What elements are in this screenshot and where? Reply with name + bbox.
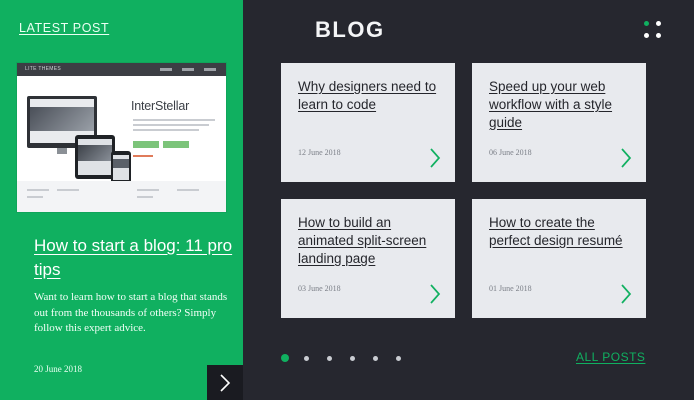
thumbnail-button [133,141,159,148]
post-card-date: 06 June 2018 [489,148,532,157]
pagination-dots [281,354,419,362]
chevron-right-icon[interactable] [620,147,632,169]
thumbnail-text-line [133,124,209,126]
post-card-title[interactable]: Why designers need to learn to code [298,78,448,114]
blog-panel: BLOG Why designers need to learn to code… [243,0,694,400]
pagination-dot-active[interactable] [281,354,289,362]
tablet-mockup [75,135,115,179]
phone-mockup [111,151,131,185]
post-card-title[interactable]: Speed up your web workflow with a style … [489,78,639,132]
blog-heading: BLOG [315,17,385,42]
pagination-dot[interactable] [304,355,309,361]
post-card-title[interactable]: How to create the perfect design resumé [489,214,639,250]
pagination-dot[interactable] [373,355,378,361]
pagination-dot[interactable] [396,355,401,361]
thumbnail-text-line [133,119,215,121]
post-thumbnail[interactable]: LITE THEMES InterStellar [17,63,226,212]
latest-post-date: 20 June 2018 [34,364,82,374]
post-card[interactable]: How to build an animated split-screen la… [281,199,455,318]
post-card-date: 01 June 2018 [489,284,532,293]
post-card-title[interactable]: How to build an animated split-screen la… [298,214,448,268]
chevron-right-icon[interactable] [620,283,632,305]
grid-dots-icon[interactable] [644,21,662,40]
thumbnail-topbar: LITE THEMES [17,63,226,76]
post-card[interactable]: How to create the perfect design resumé … [472,199,646,318]
thumbnail-text-line [133,155,153,157]
latest-post-excerpt: Want to learn how to start a blog that s… [34,291,228,334]
blog-widget: LATEST POST LITE THEMES InterStellar How… [0,0,694,400]
latest-post-title[interactable]: How to start a blog: 11 pro tips [34,234,234,282]
chevron-right-icon[interactable] [429,283,441,305]
post-card-date: 03 June 2018 [298,284,341,293]
thumbnail-brand: LITE THEMES [25,66,61,72]
thumbnail-button [163,141,189,148]
pagination-dot[interactable] [350,355,355,361]
post-card[interactable]: Why designers need to learn to code 12 J… [281,63,455,182]
pagination-dot[interactable] [327,355,332,361]
thumbnail-text-line [133,129,199,131]
post-card-date: 12 June 2018 [298,148,341,157]
chevron-right-icon [220,373,231,392]
thumbnail-title: InterStellar [131,99,190,113]
latest-post-panel: LATEST POST LITE THEMES InterStellar How… [0,0,243,400]
latest-post-next-button[interactable] [207,365,243,400]
all-posts-link[interactable]: ALL POSTS [576,350,645,364]
monitor-stand [57,148,67,154]
post-card[interactable]: Speed up your web workflow with a style … [472,63,646,182]
thumbnail-nav [160,66,216,71]
chevron-right-icon[interactable] [429,147,441,169]
latest-post-link[interactable]: LATEST POST [19,21,109,35]
thumbnail-footer [17,181,226,212]
